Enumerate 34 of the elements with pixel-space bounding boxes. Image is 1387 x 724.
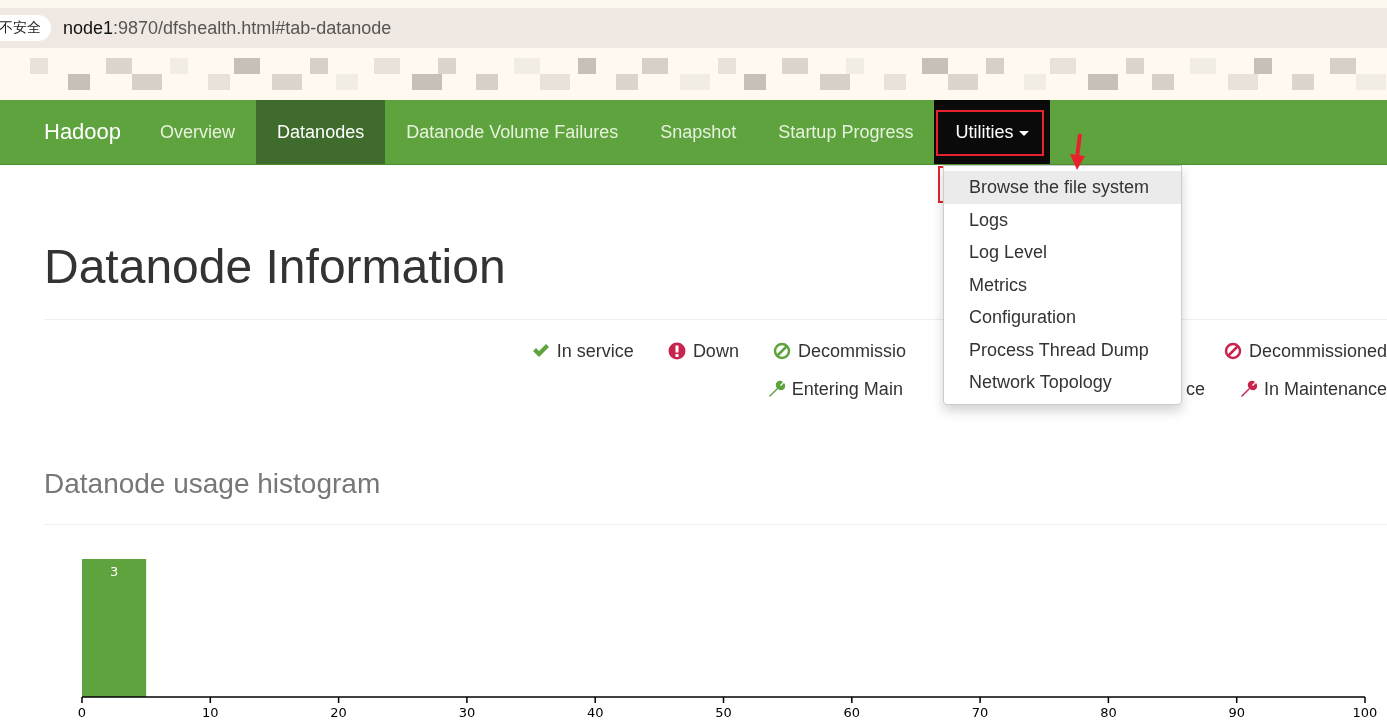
legend-label: Decommissio <box>797 340 906 362</box>
menu-item[interactable]: Process Thread Dump <box>944 333 1181 366</box>
axis-tick-label: 80 <box>1100 705 1117 720</box>
menu-item[interactable]: Metrics <box>944 268 1181 301</box>
legend-label: In Maintenance <box>1263 378 1387 400</box>
menu-item[interactable]: Network Topology <box>944 366 1181 399</box>
section-heading: Datanode usage histogram <box>44 467 381 501</box>
utilities-menu[interactable]: Utilities <box>934 100 1051 164</box>
bar-value-label: 3 <box>109 564 119 579</box>
legend-label: In service <box>556 340 634 362</box>
axis-tick-label: 50 <box>715 705 732 720</box>
address-field[interactable]: node1:9870/dfshealth.html#tab-datanode <box>63 17 392 39</box>
axis-tick-label: 30 <box>458 705 476 720</box>
axis-tick-label: 60 <box>843 705 861 720</box>
menu-item[interactable]: Logs <box>944 203 1181 236</box>
legend-label: Decommissioned <box>1248 340 1387 362</box>
axis-tick-label: 100 <box>1352 705 1378 720</box>
arrow <box>1068 132 1088 172</box>
axis-tick-label: 10 <box>202 705 219 720</box>
axis-tick-label: 40 <box>586 705 604 720</box>
menu-item[interactable]: Log Level <box>944 236 1181 269</box>
axis-tick-label: 70 <box>971 705 989 720</box>
axis-tick-label: 90 <box>1228 705 1245 720</box>
menu-item[interactable]: Configuration <box>944 301 1181 334</box>
caret-icon <box>1019 131 1030 136</box>
legend-label: ce <box>1185 378 1205 400</box>
legend-label: Entering Main <box>791 378 903 400</box>
page-title: Datanode Information <box>44 239 506 295</box>
axis-tick-label: 0 <box>77 705 87 720</box>
menu-item[interactable]: Browse the file system <box>944 171 1181 204</box>
security-badge[interactable]: 不安全 <box>0 15 51 41</box>
legend-label: Down <box>692 340 739 362</box>
nav-tab[interactable]: Datanodes <box>256 100 386 164</box>
axis-tick-label: 20 <box>330 705 347 720</box>
